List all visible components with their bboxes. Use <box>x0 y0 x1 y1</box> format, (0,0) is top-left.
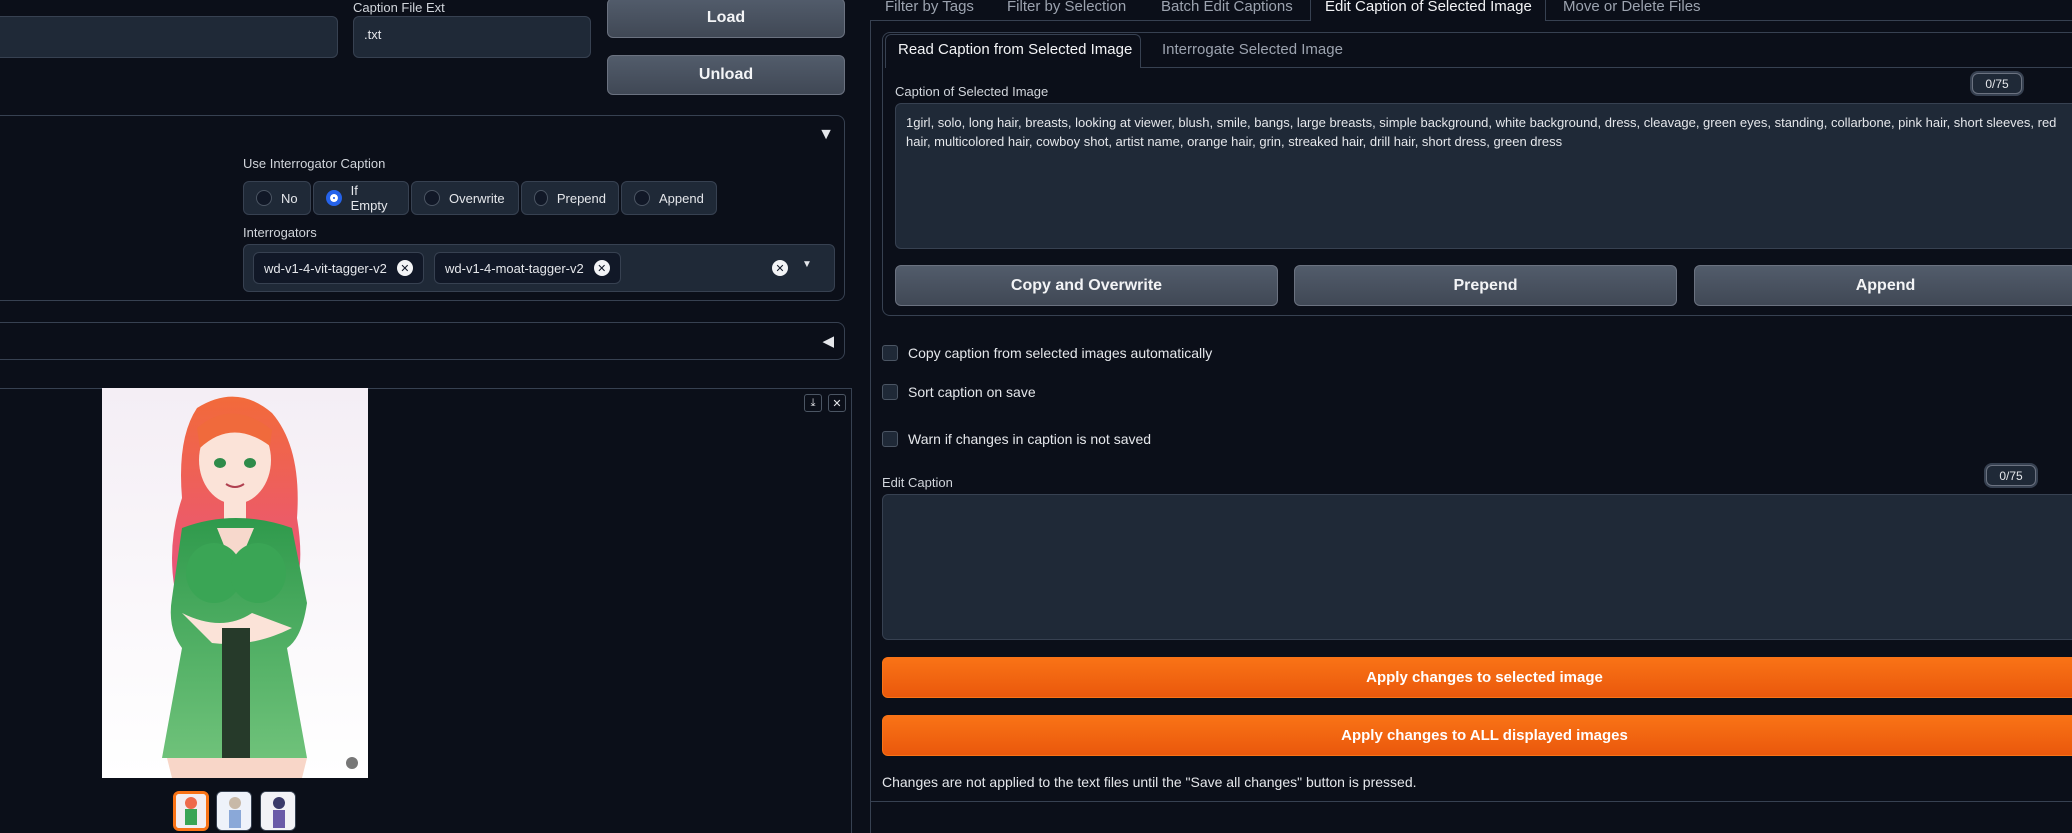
radio-dot-icon <box>256 190 272 206</box>
radio-if-empty[interactable]: If Empty <box>313 181 409 215</box>
radio-dot-icon <box>634 190 650 206</box>
radio-prepend[interactable]: Prepend <box>521 181 619 215</box>
checkbox-box[interactable] <box>882 345 898 361</box>
interrogator-chip-vit[interactable]: wd-v1-4-vit-tagger-v2 ✕ <box>253 252 424 284</box>
caption-file-ext-input[interactable]: .txt <box>353 16 591 58</box>
clear-all-icon[interactable]: ✕ <box>772 260 788 276</box>
radio-no[interactable]: No <box>243 181 311 215</box>
interrogators-label: Interrogators <box>243 225 317 240</box>
radio-append[interactable]: Append <box>621 181 717 215</box>
bottom-divider <box>870 801 2072 802</box>
radio-dot-icon <box>534 190 548 206</box>
collapsed-accordion[interactable]: ◀ <box>0 322 845 360</box>
remove-chip-icon[interactable]: ✕ <box>396 260 413 276</box>
caption-token-counter: 0/75 <box>1972 73 2022 94</box>
tab-filter-by-selection[interactable]: Filter by Selection <box>1007 0 1126 15</box>
gallery-thumb-selected[interactable] <box>173 791 209 831</box>
interrogator-chip-moat[interactable]: wd-v1-4-moat-tagger-v2 ✕ <box>434 252 621 284</box>
dropdown-caret-icon[interactable]: ▼ <box>802 259 812 270</box>
checkbox-box[interactable] <box>882 431 898 447</box>
append-button[interactable]: Append <box>1694 265 2072 306</box>
caption-of-selected-textarea[interactable]: 1girl, solo, long hair, breasts, looking… <box>895 103 2072 249</box>
collapse-toggle-icon[interactable]: ▼ <box>818 126 834 144</box>
radio-overwrite[interactable]: Overwrite <box>411 181 519 215</box>
gallery-thumb[interactable] <box>260 791 296 831</box>
apply-to-selected-button[interactable]: Apply changes to selected image <box>882 657 2072 698</box>
edit-caption-textarea[interactable] <box>882 494 2072 640</box>
anime-girl-image <box>102 388 368 778</box>
save-note-text: Changes are not applied to the text file… <box>882 774 1417 790</box>
tab-batch-edit-captions[interactable]: Batch Edit Captions <box>1161 0 1293 15</box>
radio-dot-selected-icon <box>326 190 342 206</box>
download-icon[interactable]: ⤓ <box>804 394 822 412</box>
thumb-image <box>217 792 251 830</box>
remove-chip-icon[interactable]: ✕ <box>593 260 610 276</box>
selected-image-preview[interactable] <box>102 388 368 778</box>
sort-caption-checkbox[interactable]: Sort caption on save <box>882 384 1036 400</box>
copy-caption-auto-checkbox[interactable]: Copy caption from selected images automa… <box>882 345 1212 361</box>
thumb-image <box>261 792 295 830</box>
close-gallery-icon[interactable]: ✕ <box>828 394 846 412</box>
gallery-thumb[interactable] <box>216 791 252 831</box>
checkbox-box[interactable] <box>882 384 898 400</box>
caption-path-input[interactable] <box>0 16 338 58</box>
copy-and-overwrite-button[interactable]: Copy and Overwrite <box>895 265 1278 306</box>
caption-file-ext-label: Caption File Ext <box>353 0 445 15</box>
unload-button[interactable]: Unload <box>607 55 845 95</box>
use-interrogator-label: Use Interrogator Caption <box>243 156 386 171</box>
tab-filter-by-tags[interactable]: Filter by Tags <box>885 0 974 15</box>
subtab-line <box>1141 67 2072 68</box>
tab-move-delete-files[interactable]: Move or Delete Files <box>1563 0 1701 15</box>
radio-dot-icon <box>424 190 440 206</box>
load-button[interactable]: Load <box>607 0 845 38</box>
edit-caption-label: Edit Caption <box>882 475 953 490</box>
apply-to-all-button[interactable]: Apply changes to ALL displayed images <box>882 715 2072 756</box>
prepend-button[interactable]: Prepend <box>1294 265 1677 306</box>
right-panel-border <box>870 20 871 833</box>
tab-edit-caption-label: Edit Caption of Selected Image <box>1325 0 1532 15</box>
edit-caption-token-counter: 0/75 <box>1986 465 2036 486</box>
subtab-read-caption: Read Caption from Selected Image <box>898 41 1133 58</box>
caption-of-selected-label: Caption of Selected Image <box>895 84 1049 99</box>
warn-unsaved-checkbox[interactable]: Warn if changes in caption is not saved <box>882 431 1151 447</box>
thumb-image <box>176 794 206 828</box>
subtab-interrogate[interactable]: Interrogate Selected Image <box>1162 41 1343 58</box>
expand-toggle-icon[interactable]: ◀ <box>822 332 834 350</box>
